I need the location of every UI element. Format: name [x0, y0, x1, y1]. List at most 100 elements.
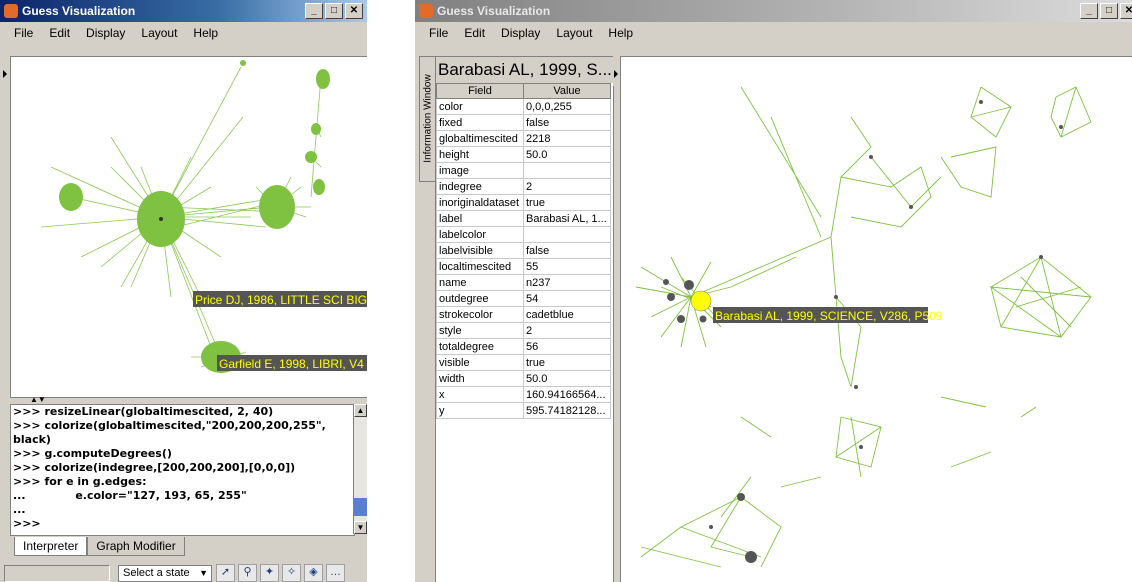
value-cell[interactable]: 160.94166564... [523, 386, 611, 403]
field-cell: color [436, 98, 524, 115]
graph-node-label[interactable]: Price DJ, 1986, LITTLE SCI BIG [195, 293, 367, 307]
panel-collapse-handle[interactable] [2, 56, 8, 86]
field-cell: labelvisible [436, 242, 524, 259]
close-button[interactable]: ✕ [1120, 3, 1132, 19]
value-cell[interactable]: 54 [523, 290, 611, 307]
maximize-button[interactable]: □ [325, 3, 343, 19]
table-row[interactable]: indegree 2 [436, 178, 611, 195]
graph-node-label[interactable]: Barabasi AL, 1999, SCIENCE, V286, P509 [715, 309, 943, 323]
value-cell[interactable]: n237 [523, 274, 611, 291]
field-cell: strokecolor [436, 306, 524, 323]
value-cell[interactable] [523, 226, 611, 243]
menu-edit[interactable]: Edit [456, 26, 493, 40]
maximize-button[interactable]: □ [1100, 3, 1118, 19]
table-row[interactable]: height 50.0 [436, 146, 611, 163]
value-cell[interactable]: 50.0 [523, 146, 611, 163]
node-edit-icon[interactable]: ✦ [260, 564, 279, 582]
field-cell: fixed [436, 114, 524, 131]
value-cell[interactable]: 2 [523, 322, 611, 339]
status-field [4, 565, 110, 582]
scroll-thumb[interactable] [354, 498, 367, 516]
graph-node-label[interactable]: Garfield E, 1998, LIBRI, V4 [219, 357, 364, 371]
console-line: >>> colorize(globaltimescited,"200,200,2… [13, 419, 326, 432]
menu-layout[interactable]: Layout [548, 26, 600, 40]
column-header-field[interactable]: Field [436, 83, 524, 99]
value-cell[interactable]: 2218 [523, 130, 611, 147]
table-row[interactable]: totaldegree 56 [436, 338, 611, 355]
app-icon [4, 4, 18, 18]
panel-collapse-handle[interactable] [613, 56, 619, 86]
menu-bar: File Edit Display Layout Help [415, 22, 1132, 44]
column-header-value[interactable]: Value [523, 83, 611, 99]
console-line: >>> colorize(indegree,[200,200,200],[0,0… [13, 461, 296, 474]
table-row[interactable]: labelcolor [436, 226, 611, 243]
field-cell: width [436, 370, 524, 387]
table-row[interactable]: visible true [436, 354, 611, 371]
title-bar[interactable]: Guess Visualization _ □ ✕ [0, 0, 367, 22]
table-row[interactable]: color 0,0,0,255 [436, 98, 611, 115]
minimize-button[interactable]: _ [1080, 3, 1098, 19]
table-row[interactable]: outdegree 54 [436, 290, 611, 307]
close-button[interactable]: ✕ [345, 3, 363, 19]
field-cell: y [436, 402, 524, 419]
graph-canvas[interactable]: Barabasi AL, 1999, SCIENCE, V286, P509 [620, 56, 1132, 582]
minimize-button[interactable]: _ [305, 3, 323, 19]
info-title: Barabasi AL, 1999, S... [436, 57, 613, 83]
tab-graph-modifier[interactable]: Graph Modifier [87, 537, 185, 556]
table-row[interactable]: strokecolor cadetblue [436, 306, 611, 323]
table-row[interactable]: fixed false [436, 114, 611, 131]
tab-interpreter[interactable]: Interpreter [14, 537, 88, 556]
scroll-down-icon[interactable]: ▼ [354, 521, 367, 534]
menu-help[interactable]: Help [185, 26, 226, 40]
layout-icon[interactable]: ◈ [304, 564, 323, 582]
table-row[interactable]: localtimescited 55 [436, 258, 611, 275]
menu-file[interactable]: File [6, 26, 41, 40]
interpreter-console[interactable]: >>> resizeLinear(globaltimescited, 2, 40… [10, 404, 355, 536]
splitter-arrows[interactable]: ▲▼ [30, 396, 46, 404]
value-cell[interactable]: false [523, 242, 611, 259]
network-graph[interactable]: Price DJ, 1986, LITTLE SCI BIG Garfield … [11, 57, 367, 397]
value-cell[interactable]: 0,0,0,255 [523, 98, 611, 115]
edge-edit-icon[interactable]: ✧ [282, 564, 301, 582]
value-cell[interactable]: 55 [523, 258, 611, 275]
zoom-icon[interactable]: ⚲ [238, 564, 257, 582]
network-graph[interactable]: Barabasi AL, 1999, SCIENCE, V286, P509 [621, 57, 1132, 582]
value-cell[interactable] [523, 162, 611, 179]
title-bar[interactable]: Guess Visualization _ □ ✕ [415, 0, 1132, 22]
table-row[interactable]: name n237 [436, 274, 611, 291]
value-cell[interactable]: 595.74182128... [523, 402, 611, 419]
menu-help[interactable]: Help [600, 26, 641, 40]
scroll-up-icon[interactable]: ▲ [354, 404, 367, 417]
table-row[interactable]: width 50.0 [436, 370, 611, 387]
table-row[interactable]: y 595.74182128... [436, 402, 611, 419]
field-cell: visible [436, 354, 524, 371]
value-cell[interactable]: 50.0 [523, 370, 611, 387]
value-cell[interactable]: 56 [523, 338, 611, 355]
value-cell[interactable]: 2 [523, 178, 611, 195]
window-title: Guess Visualization [437, 4, 551, 18]
table-row[interactable]: inoriginaldataset true [436, 194, 611, 211]
menu-display[interactable]: Display [493, 26, 548, 40]
value-cell[interactable]: Barabasi AL, 1... [523, 210, 611, 227]
menu-layout[interactable]: Layout [133, 26, 185, 40]
menu-display[interactable]: Display [78, 26, 133, 40]
more-icon[interactable]: … [326, 564, 345, 582]
field-cell: globaltimescited [436, 130, 524, 147]
table-row[interactable]: labelvisible false [436, 242, 611, 259]
table-row[interactable]: image [436, 162, 611, 179]
graph-canvas[interactable]: Price DJ, 1986, LITTLE SCI BIG Garfield … [10, 56, 367, 398]
field-cell: localtimescited [436, 258, 524, 275]
value-cell[interactable]: false [523, 114, 611, 131]
menu-edit[interactable]: Edit [41, 26, 78, 40]
menu-file[interactable]: File [421, 26, 456, 40]
pointer-icon[interactable]: ➚ [216, 564, 235, 582]
value-cell[interactable]: true [523, 194, 611, 211]
value-cell[interactable]: cadetblue [523, 306, 611, 323]
state-select[interactable]: Select a state ▼ [118, 565, 212, 582]
value-cell[interactable]: true [523, 354, 611, 371]
table-row[interactable]: globaltimescited 2218 [436, 130, 611, 147]
console-scrollbar[interactable]: ▲ ▼ [353, 404, 367, 534]
table-row[interactable]: label Barabasi AL, 1... [436, 210, 611, 227]
table-row[interactable]: style 2 [436, 322, 611, 339]
table-row[interactable]: x 160.94166564... [436, 386, 611, 403]
